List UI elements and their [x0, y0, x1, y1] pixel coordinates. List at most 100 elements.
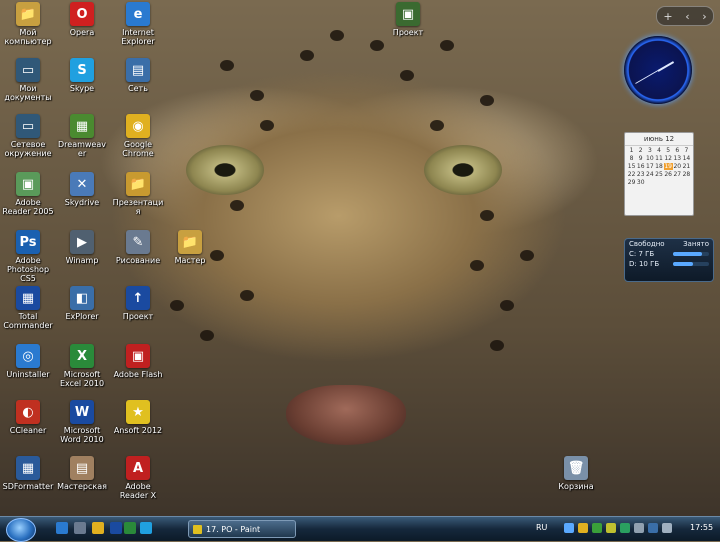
desktop-icon[interactable]: ✕ Skydrive: [56, 172, 108, 207]
gadget-sidebar-controls[interactable]: + ‹ ›: [656, 6, 714, 26]
desktop-icon-label: Мой компьютер: [4, 28, 52, 46]
desktop-icon[interactable]: ▣ Adobe Flash: [112, 344, 164, 379]
desktop-icon-label: Opera: [69, 28, 95, 37]
clock-gadget[interactable]: [624, 36, 692, 104]
calendar-day[interactable]: 9: [636, 155, 645, 162]
desktop-app-icon: ▶: [70, 230, 94, 254]
quicklaunch-excel-icon[interactable]: [124, 522, 136, 534]
drive-usage-fill: [673, 262, 693, 266]
tray-chrome-icon[interactable]: [578, 523, 588, 533]
desktop-icon[interactable]: ▤ Сеть: [112, 58, 164, 93]
language-indicator[interactable]: RU: [536, 523, 547, 532]
calendar-day[interactable]: 12: [664, 155, 673, 162]
drive-meter-gadget[interactable]: Свободно Занято C: 7 ГБ D: 10 ГБ: [624, 238, 714, 282]
desktop-icon[interactable]: ★ Ansoft 2012: [112, 400, 164, 435]
desktop-app-icon: A: [126, 456, 150, 480]
desktop-icon[interactable]: ✎ Рисование: [112, 230, 164, 265]
calendar-day[interactable]: 27: [673, 171, 682, 178]
calendar-day[interactable]: 23: [636, 171, 645, 178]
desktop-icon[interactable]: S Skype: [56, 58, 108, 93]
calendar-day[interactable]: 30: [636, 179, 645, 186]
desktop-icon[interactable]: ▭ Сетевое окружение: [2, 114, 54, 158]
calendar-day[interactable]: 13: [673, 155, 682, 162]
desktop-icon[interactable]: ◐ CCleaner: [2, 400, 54, 435]
desktop-icon-label: Google Chrome: [122, 140, 154, 158]
desktop-icon[interactable]: ▣ Adobe Reader 2005: [2, 172, 54, 216]
calendar-day[interactable]: 15: [627, 163, 636, 170]
tray-display-icon[interactable]: [648, 523, 658, 533]
quicklaunch-chrome-icon[interactable]: [92, 522, 104, 534]
drive-usage-bar: [673, 252, 709, 256]
calendar-day[interactable]: 24: [645, 171, 654, 178]
calendar-day[interactable]: 22: [627, 171, 636, 178]
desktop-icon[interactable]: ▦ Total Commander: [2, 286, 54, 330]
tray-volume-icon[interactable]: [634, 523, 644, 533]
add-gadget-button[interactable]: +: [663, 10, 672, 23]
taskbar-clock[interactable]: 17:55: [690, 523, 713, 532]
calendar-day[interactable]: 20: [673, 163, 682, 170]
calendar-day[interactable]: 21: [682, 163, 691, 170]
desktop-icon-label: Microsoft Excel 2010: [59, 370, 105, 388]
desktop-icon[interactable]: ▦ Dreamweaver: [56, 114, 108, 158]
tray-antivirus-icon[interactable]: [620, 523, 630, 533]
quicklaunch-word-icon[interactable]: [110, 522, 122, 534]
desktop-icon[interactable]: ◧ ExPlorer: [56, 286, 108, 321]
calendar-day[interactable]: 6: [673, 147, 682, 154]
desktop-app-icon: ▭: [16, 114, 40, 138]
desktop-icon[interactable]: 🗑 Корзина: [550, 456, 602, 491]
desktop-icon[interactable]: ▦ SDFormatter: [2, 456, 54, 491]
calendar-day[interactable]: 8: [627, 155, 636, 162]
calendar-day[interactable]: 2: [636, 147, 645, 154]
desktop-icon-label: ExPlorer: [65, 312, 99, 321]
calendar-day[interactable]: 1: [627, 147, 636, 154]
wallpaper-spot: [200, 330, 214, 341]
quicklaunch-skype-icon[interactable]: [140, 522, 152, 534]
calendar-gadget[interactable]: июнь 12 1 2 3 4 5 6 7 8 9 10 11 12 13 14 15 16 17 18 19 20 2…: [624, 132, 694, 216]
desktop-icon[interactable]: e Internet Explorer: [112, 2, 164, 46]
quicklaunch-explorer-icon[interactable]: [56, 522, 68, 534]
desktop-icon[interactable]: W Microsoft Word 2010: [56, 400, 108, 444]
next-gadget-button[interactable]: ›: [702, 10, 706, 23]
tray-update-icon[interactable]: [606, 523, 616, 533]
desktop-icon[interactable]: ↑ Проект: [112, 286, 164, 321]
desktop-icon[interactable]: ▶ Winamp: [56, 230, 108, 265]
calendar-day[interactable]: 29: [627, 179, 636, 186]
desktop-icon[interactable]: ▣ Проект: [382, 2, 434, 37]
calendar-day[interactable]: 16: [636, 163, 645, 170]
previous-gadget-button[interactable]: ‹: [685, 10, 689, 23]
calendar-day[interactable]: 17: [645, 163, 654, 170]
start-button[interactable]: [6, 518, 36, 542]
calendar-day[interactable]: 10: [645, 155, 654, 162]
desktop-icon[interactable]: X Microsoft Excel 2010: [56, 344, 108, 388]
calendar-day[interactable]: 4: [654, 147, 663, 154]
calendar-day[interactable]: 18: [654, 163, 663, 170]
calendar-day[interactable]: 14: [682, 155, 691, 162]
desktop-icon[interactable]: O Opera: [56, 2, 108, 37]
desktop-icon[interactable]: ▭ Мои документы: [2, 58, 54, 102]
desktop-icon[interactable]: A Adobe Reader X: [112, 456, 164, 500]
calendar-day[interactable]: 28: [682, 171, 691, 178]
wallpaper-spot: [330, 30, 344, 41]
desktop-app-icon: Ps: [16, 230, 40, 254]
calendar-day[interactable]: 26: [664, 171, 673, 178]
tray-security-icon[interactable]: [592, 523, 602, 533]
desktop-app-icon: ▣: [126, 344, 150, 368]
quicklaunch-save-icon[interactable]: [74, 522, 86, 534]
calendar-day[interactable]: 25: [654, 171, 663, 178]
desktop-icon[interactable]: ◉ Google Chrome: [112, 114, 164, 158]
calendar-day[interactable]: 3: [645, 147, 654, 154]
desktop-icon[interactable]: 📁 Презентация: [112, 172, 164, 216]
tray-network-icon[interactable]: [564, 523, 574, 533]
calendar-day[interactable]: 5: [664, 147, 673, 154]
desktop-icon[interactable]: 📁 Мой компьютер: [2, 2, 54, 46]
desktop-icon[interactable]: 📁 Мастер: [164, 230, 216, 265]
wallpaper-spot: [240, 290, 254, 301]
taskbar-paint-button[interactable]: 17. PO - Paint: [188, 520, 296, 538]
calendar-day[interactable]: 11: [654, 155, 663, 162]
desktop-icon[interactable]: ◎ Uninstaller: [2, 344, 54, 379]
calendar-day[interactable]: 7: [682, 147, 691, 154]
calendar-day[interactable]: 19: [663, 163, 673, 170]
desktop-icon[interactable]: ▤ Мастерская: [56, 456, 108, 491]
desktop-icon[interactable]: Ps Adobe Photoshop CS5: [2, 230, 54, 283]
tray-power-icon[interactable]: [662, 523, 672, 533]
